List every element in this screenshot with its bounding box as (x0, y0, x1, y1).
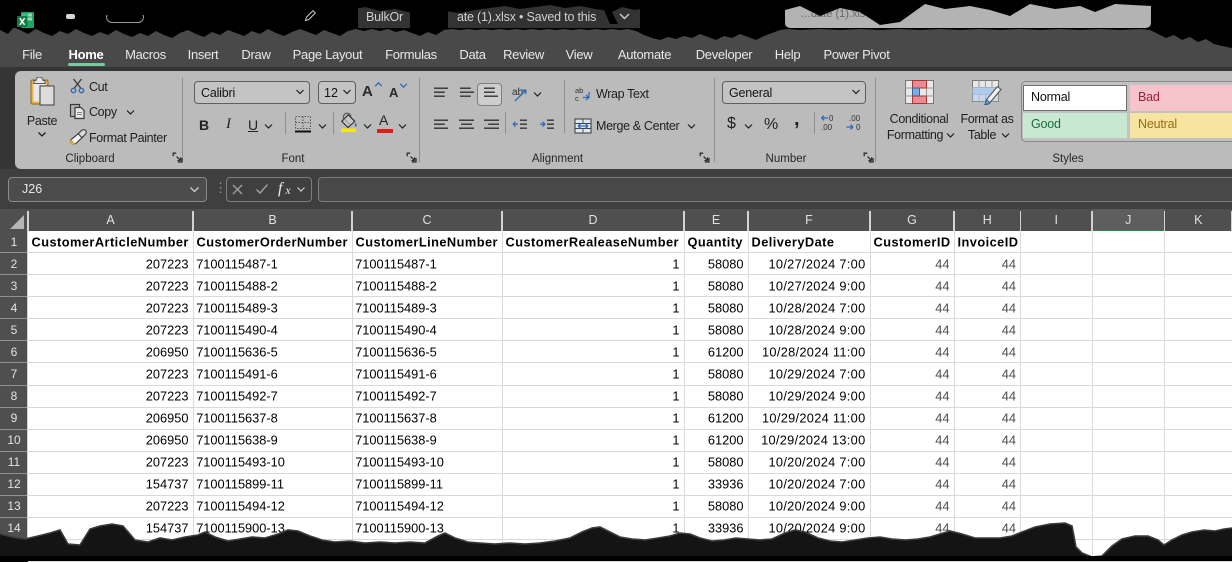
svg-text:ab: ab (512, 87, 524, 98)
svg-text:0: 0 (829, 114, 834, 123)
svg-text:.00: .00 (849, 114, 861, 123)
svg-text:0: 0 (856, 123, 861, 132)
svg-text:.00: .00 (821, 123, 833, 132)
svg-text:c: c (575, 94, 579, 102)
